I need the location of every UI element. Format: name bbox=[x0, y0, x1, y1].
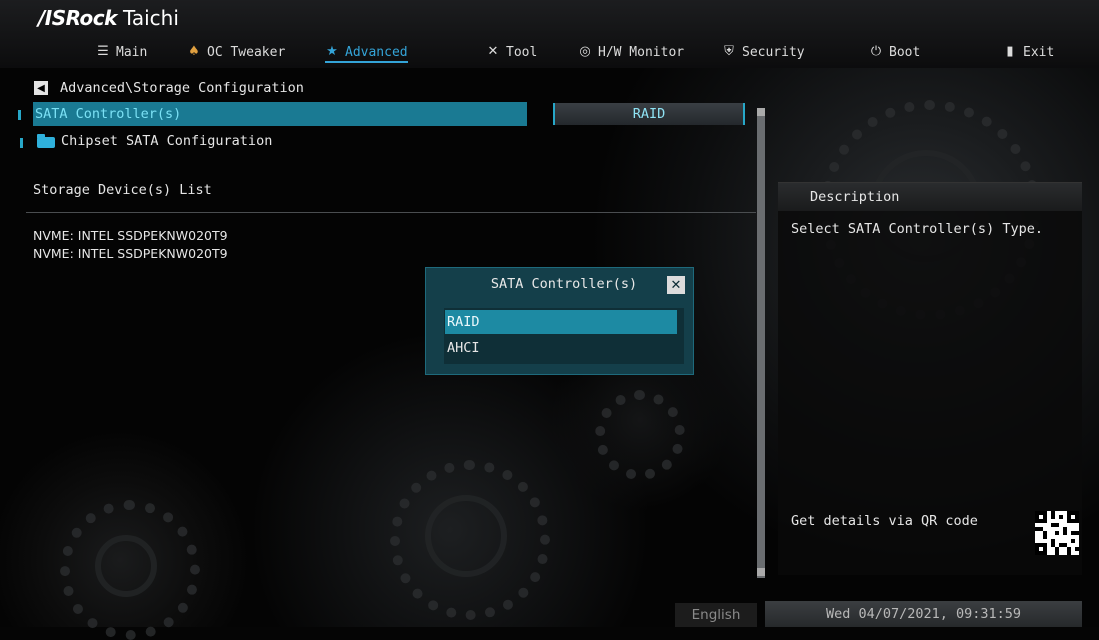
gear-decoration bbox=[95, 535, 157, 597]
storage-device: NVME: INTEL SSDPEKNW020T9 bbox=[33, 228, 228, 243]
breadcrumb-path: Advanced\Storage Configuration bbox=[60, 80, 304, 96]
tab-label: H/W Monitor bbox=[598, 44, 685, 60]
popup-title: SATA Controller(s) bbox=[490, 276, 638, 292]
tab-boot[interactable]: ⏻ Boot bbox=[869, 38, 920, 66]
tab-label: Exit bbox=[1023, 44, 1055, 60]
sata-controller-popup: SATA Controller(s) ✕ RAID AHCI bbox=[425, 267, 694, 375]
language-selector[interactable]: English bbox=[675, 603, 757, 627]
tab-advanced[interactable]: ★ Advanced bbox=[325, 38, 408, 66]
row-marker bbox=[20, 138, 23, 148]
tab-label: Security bbox=[742, 44, 805, 60]
divider bbox=[26, 212, 756, 213]
tab-label: Advanced bbox=[345, 44, 408, 60]
storage-list-title: Storage Device(s) List bbox=[33, 182, 212, 198]
asrock-logo: /ISRock Taichi bbox=[38, 6, 179, 32]
row-marker bbox=[18, 110, 21, 120]
setting-chipset-sata[interactable]: Chipset SATA Configuration bbox=[37, 130, 272, 152]
scroll-up-icon[interactable] bbox=[757, 108, 765, 116]
description-text: Select SATA Controller(s) Type. bbox=[791, 221, 1043, 237]
tab-oc-tweaker[interactable]: ♠ OC Tweaker bbox=[187, 38, 285, 66]
tab-tool[interactable]: ✕ Tool bbox=[486, 38, 538, 66]
setting-label: SATA Controller(s) bbox=[35, 106, 182, 122]
gear-decoration bbox=[425, 495, 507, 577]
tab-label: OC Tweaker bbox=[207, 44, 286, 60]
logo-model: Taichi bbox=[122, 6, 179, 30]
tab-label: Boot bbox=[889, 44, 921, 60]
tab-exit[interactable]: ▮ Exit bbox=[1003, 38, 1054, 66]
logo-brand: /ISRock bbox=[38, 6, 117, 30]
monitor-icon: ◎ bbox=[579, 44, 591, 59]
tab-security[interactable]: ⛨ Security bbox=[722, 38, 805, 66]
sata-controller-value[interactable]: RAID bbox=[553, 103, 745, 125]
main-nav: ☰ Main ♠ OC Tweaker ★ Advanced ✕ Tool ◎ … bbox=[0, 38, 1099, 66]
tab-label: Main bbox=[116, 44, 148, 60]
folder-icon bbox=[37, 133, 55, 148]
qr-caption: Get details via QR code bbox=[791, 513, 978, 529]
option-raid[interactable]: RAID bbox=[445, 310, 677, 334]
shield-icon: ⛨ bbox=[724, 44, 734, 59]
qr-code[interactable] bbox=[1035, 511, 1079, 555]
date-time: Wed 04/07/2021, 09:31:59 bbox=[765, 601, 1082, 627]
list-icon: ☰ bbox=[97, 44, 109, 59]
description-heading: Description bbox=[810, 189, 900, 205]
tools-icon: ✕ bbox=[487, 44, 499, 59]
description-panel: Description Select SATA Controller(s) Ty… bbox=[778, 182, 1082, 575]
exit-icon: ▮ bbox=[1006, 44, 1014, 59]
tab-label: Tool bbox=[506, 44, 538, 60]
setting-sata-controller[interactable]: SATA Controller(s) bbox=[33, 102, 527, 126]
description-header: Description bbox=[778, 183, 1082, 211]
close-icon[interactable]: ✕ bbox=[667, 276, 685, 294]
tab-hw-monitor[interactable]: ◎ H/W Monitor bbox=[578, 38, 684, 66]
header-bar: /ISRock Taichi ☰ Main ♠ OC Tweaker ★ Adv… bbox=[0, 0, 1099, 68]
breadcrumb: ◀ Advanced\Storage Configuration bbox=[34, 76, 304, 100]
storage-device: NVME: INTEL SSDPEKNW020T9 bbox=[33, 246, 228, 261]
gear-decoration bbox=[595, 390, 685, 480]
setting-label: Chipset SATA Configuration bbox=[61, 133, 273, 149]
option-ahci[interactable]: AHCI bbox=[445, 336, 677, 360]
scrollbar[interactable] bbox=[757, 108, 765, 578]
tab-main[interactable]: ☰ Main bbox=[96, 38, 147, 66]
power-icon: ⏻ bbox=[870, 44, 882, 59]
back-arrow-icon[interactable]: ◀ bbox=[34, 81, 48, 95]
option-list: RAID AHCI bbox=[444, 308, 684, 364]
scroll-down-icon[interactable] bbox=[757, 568, 765, 576]
rocket-icon: ♠ bbox=[188, 44, 200, 59]
star-icon: ★ bbox=[326, 44, 338, 59]
